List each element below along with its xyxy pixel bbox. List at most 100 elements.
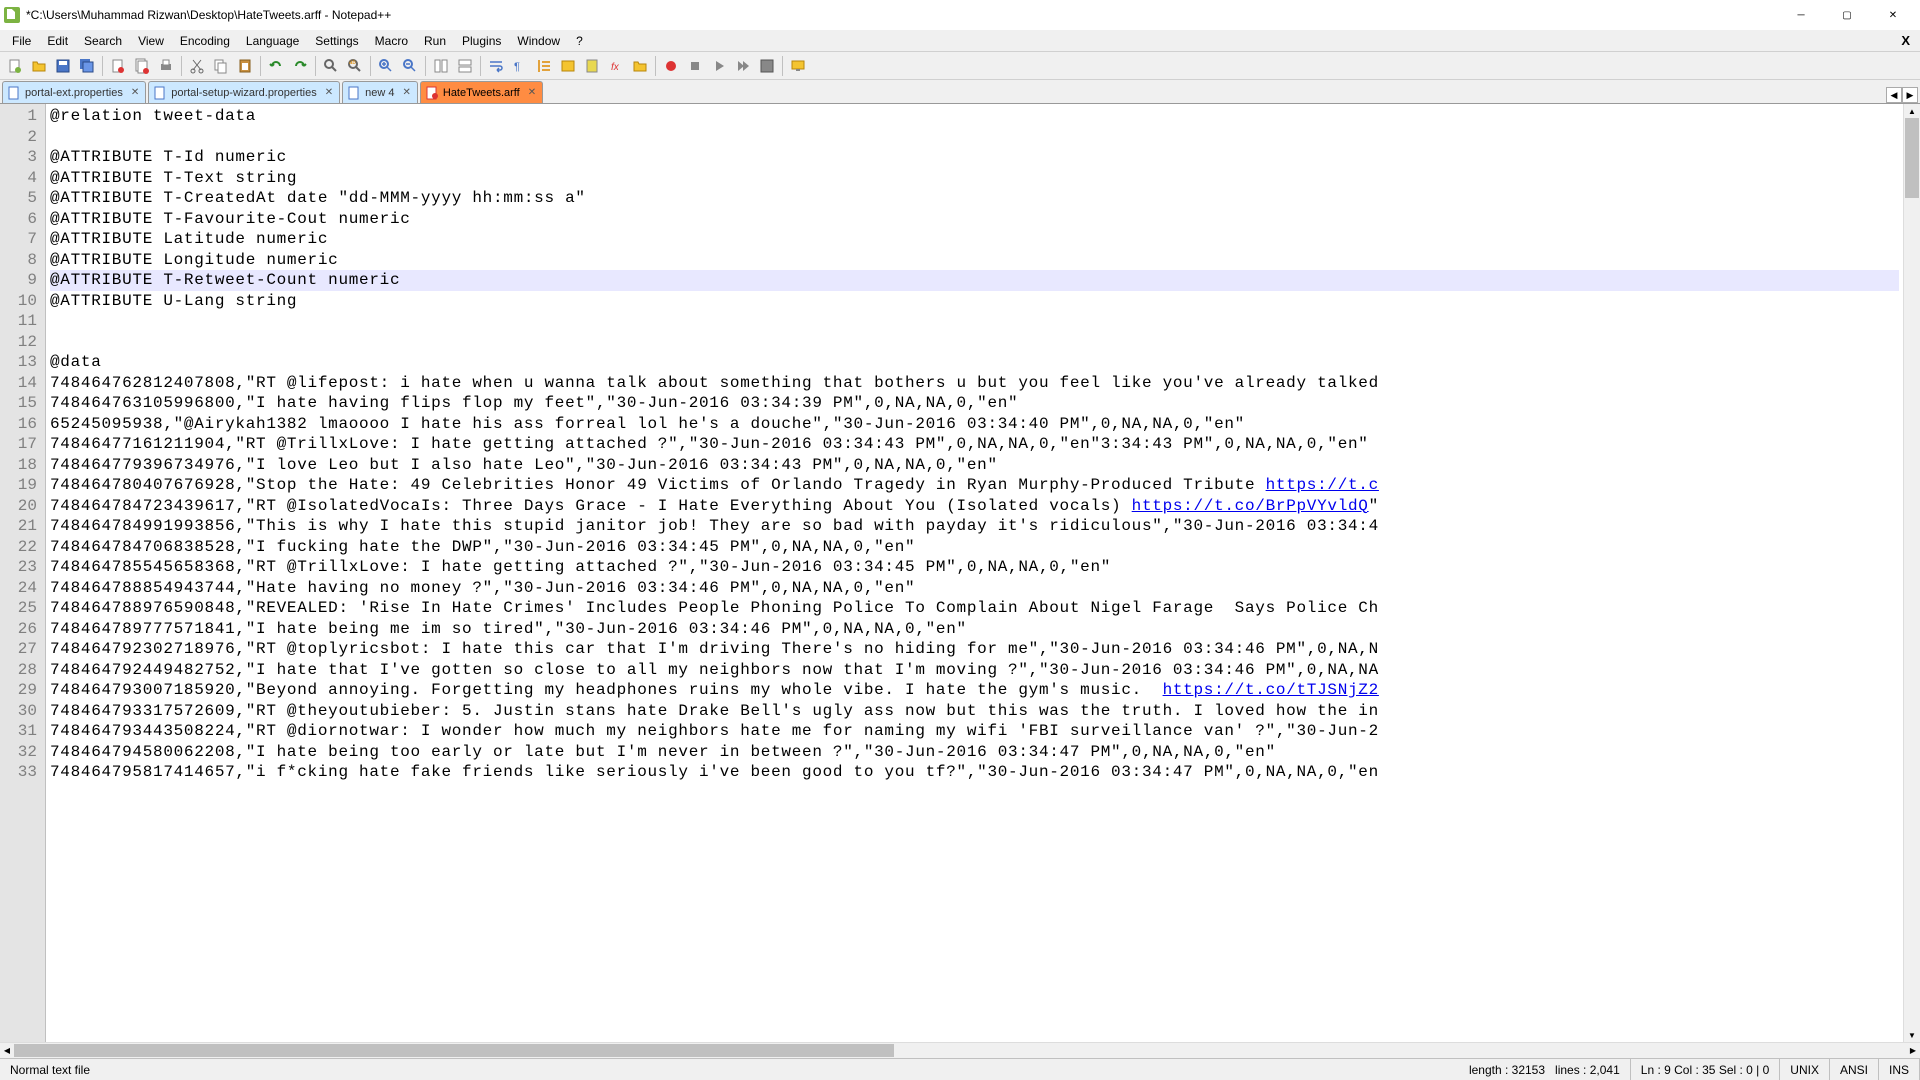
menu-view[interactable]: View — [130, 32, 172, 50]
paste-icon[interactable] — [234, 55, 256, 77]
editor-line[interactable]: 748464789777571841,"I hate being me im s… — [50, 619, 1899, 640]
sync-hscroll-icon[interactable] — [454, 55, 476, 77]
vertical-scrollbar[interactable]: ▲ ▼ — [1903, 104, 1920, 1042]
editor-line[interactable] — [50, 332, 1899, 353]
close-all-icon[interactable] — [131, 55, 153, 77]
text-editor[interactable]: @relation tweet-data @ATTRIBUTE T-Id num… — [46, 104, 1903, 1042]
editor-line[interactable]: 748464793317572609,"RT @theyoutubieber: … — [50, 701, 1899, 722]
new-file-icon[interactable] — [4, 55, 26, 77]
zoom-out-icon[interactable] — [399, 55, 421, 77]
editor-line[interactable]: @ATTRIBUTE T-Retweet-Count numeric — [50, 270, 1899, 291]
user-lang-icon[interactable] — [557, 55, 579, 77]
editor-line[interactable]: @ATTRIBUTE Latitude numeric — [50, 229, 1899, 250]
horizontal-scrollbar[interactable]: ◀ ▶ — [0, 1042, 1920, 1058]
tab-hatetweets[interactable]: HateTweets.arff ✕ — [420, 81, 543, 103]
scrollbar-thumb[interactable] — [1905, 118, 1919, 198]
tab-portal-ext[interactable]: portal-ext.properties ✕ — [2, 81, 146, 103]
editor-line[interactable] — [50, 127, 1899, 148]
undo-icon[interactable] — [265, 55, 287, 77]
copy-icon[interactable] — [210, 55, 232, 77]
func-list-icon[interactable]: fx — [605, 55, 627, 77]
save-icon[interactable] — [52, 55, 74, 77]
close-button[interactable]: ✕ — [1870, 0, 1916, 30]
redo-icon[interactable] — [289, 55, 311, 77]
tab-close-icon[interactable]: ✕ — [323, 87, 335, 98]
editor-line[interactable]: @ATTRIBUTE U-Lang string — [50, 291, 1899, 312]
close-file-icon[interactable] — [107, 55, 129, 77]
save-macro-icon[interactable] — [756, 55, 778, 77]
menu-file[interactable]: File — [4, 32, 39, 50]
tab-close-icon[interactable]: ✕ — [129, 87, 141, 98]
editor-line[interactable]: @ATTRIBUTE T-Favourite-Cout numeric — [50, 209, 1899, 230]
menu-settings[interactable]: Settings — [307, 32, 366, 50]
close-document-button[interactable]: X — [1895, 33, 1916, 48]
cut-icon[interactable] — [186, 55, 208, 77]
folder-panel-icon[interactable] — [629, 55, 651, 77]
editor-line[interactable]: 748464784706838528,"I fucking hate the D… — [50, 537, 1899, 558]
url-link[interactable]: https://t.co/tTJSNjZ2 — [1163, 681, 1379, 699]
editor-line[interactable]: 748464763105996800,"I hate having flips … — [50, 393, 1899, 414]
editor-line[interactable]: 748464793007185920,"Beyond annoying. For… — [50, 680, 1899, 701]
editor-line[interactable]: @data — [50, 352, 1899, 373]
tab-new4[interactable]: new 4 ✕ — [342, 81, 418, 103]
indent-guide-icon[interactable] — [533, 55, 555, 77]
editor-line[interactable]: 748464793443508224,"RT @diornotwar: I wo… — [50, 721, 1899, 742]
tab-portal-setup[interactable]: portal-setup-wizard.properties ✕ — [148, 81, 340, 103]
doc-map-icon[interactable] — [581, 55, 603, 77]
editor-line[interactable]: @relation tweet-data — [50, 106, 1899, 127]
monitor-icon[interactable] — [787, 55, 809, 77]
url-link[interactable]: https://t.co/BrPpVYvldQ — [1132, 497, 1369, 515]
editor-line[interactable]: 748464784991993856,"This is why I hate t… — [50, 516, 1899, 537]
stop-macro-icon[interactable] — [684, 55, 706, 77]
editor-line[interactable]: 748464784723439617,"RT @IsolatedVocaIs: … — [50, 496, 1899, 517]
scrollbar-thumb[interactable] — [14, 1044, 894, 1057]
menu-search[interactable]: Search — [76, 32, 130, 50]
replace-icon[interactable]: ab — [344, 55, 366, 77]
editor-line[interactable] — [50, 311, 1899, 332]
tab-close-icon[interactable]: ✕ — [400, 87, 412, 98]
play-multi-icon[interactable] — [732, 55, 754, 77]
scrollbar-track[interactable] — [14, 1043, 1906, 1058]
sync-vscroll-icon[interactable] — [430, 55, 452, 77]
editor-line[interactable]: 748464785545658368,"RT @TrillxLove: I ha… — [50, 557, 1899, 578]
editor-line[interactable]: 748464779396734976,"I love Leo but I als… — [50, 455, 1899, 476]
menu-encoding[interactable]: Encoding — [172, 32, 238, 50]
maximize-button[interactable]: ▢ — [1824, 0, 1870, 30]
menu-macro[interactable]: Macro — [367, 32, 416, 50]
save-all-icon[interactable] — [76, 55, 98, 77]
editor-line[interactable]: @ATTRIBUTE T-Text string — [50, 168, 1899, 189]
print-icon[interactable] — [155, 55, 177, 77]
editor-line[interactable]: 748464792449482752,"I hate that I've got… — [50, 660, 1899, 681]
url-link[interactable]: https://t.c — [1266, 476, 1379, 494]
menu-edit[interactable]: Edit — [39, 32, 76, 50]
scroll-down-icon[interactable]: ▼ — [1904, 1028, 1920, 1042]
menu-plugins[interactable]: Plugins — [454, 32, 509, 50]
open-file-icon[interactable] — [28, 55, 50, 77]
editor-line[interactable]: 65245095938,"@Airykah1382 lmaoooo I hate… — [50, 414, 1899, 435]
scroll-left-icon[interactable]: ◀ — [0, 1043, 14, 1058]
editor-line[interactable]: 748464794580062208,"I hate being too ear… — [50, 742, 1899, 763]
minimize-button[interactable]: ─ — [1778, 0, 1824, 30]
scroll-up-icon[interactable]: ▲ — [1904, 104, 1920, 118]
tab-close-icon[interactable]: ✕ — [526, 87, 538, 98]
editor-line[interactable]: 74846477161211904,"RT @TrillxLove: I hat… — [50, 434, 1899, 455]
find-icon[interactable] — [320, 55, 342, 77]
editor-line[interactable]: @ATTRIBUTE Longitude numeric — [50, 250, 1899, 271]
editor-line[interactable]: 748464788854943744,"Hate having no money… — [50, 578, 1899, 599]
show-all-chars-icon[interactable]: ¶ — [509, 55, 531, 77]
menu-run[interactable]: Run — [416, 32, 454, 50]
tab-prev-button[interactable]: ◀ — [1886, 87, 1902, 103]
zoom-in-icon[interactable] — [375, 55, 397, 77]
scroll-right-icon[interactable]: ▶ — [1906, 1043, 1920, 1058]
menu-help[interactable]: ? — [568, 32, 591, 50]
editor-line[interactable]: @ATTRIBUTE T-Id numeric — [50, 147, 1899, 168]
editor-line[interactable]: 748464780407676928,"Stop the Hate: 49 Ce… — [50, 475, 1899, 496]
editor-line[interactable]: 748464788976590848,"REVEALED: 'Rise In H… — [50, 598, 1899, 619]
wordwrap-icon[interactable] — [485, 55, 507, 77]
tab-next-button[interactable]: ▶ — [1902, 87, 1918, 103]
editor-line[interactable]: 748464762812407808,"RT @lifepost: i hate… — [50, 373, 1899, 394]
editor-line[interactable]: @ATTRIBUTE T-CreatedAt date "dd-MMM-yyyy… — [50, 188, 1899, 209]
editor-line[interactable]: 748464795817414657,"i f*cking hate fake … — [50, 762, 1899, 783]
play-macro-icon[interactable] — [708, 55, 730, 77]
menu-window[interactable]: Window — [509, 32, 568, 50]
